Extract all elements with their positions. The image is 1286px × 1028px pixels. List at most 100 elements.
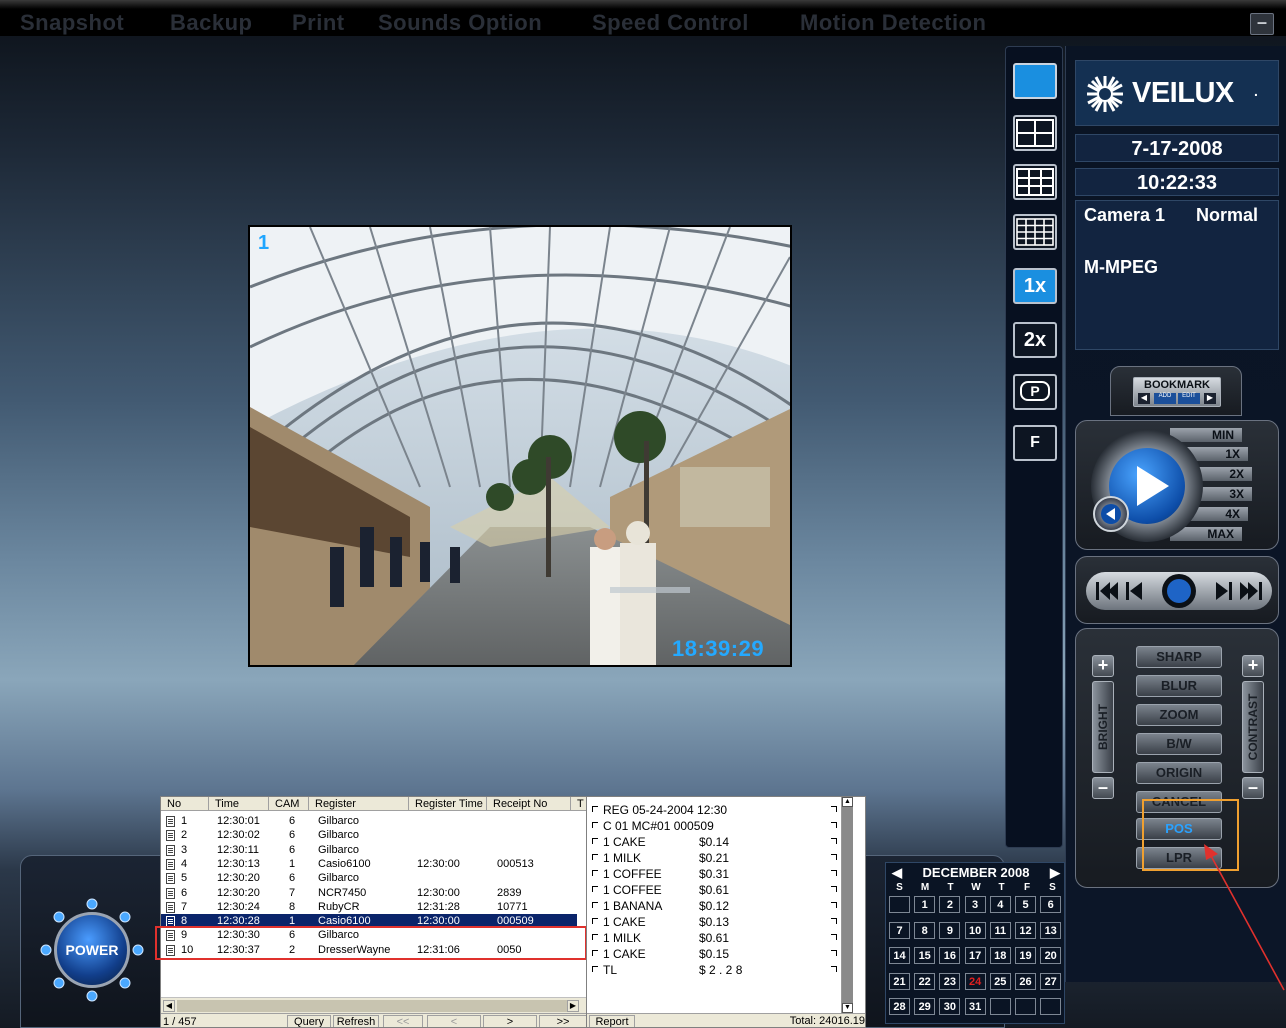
- calendar-day[interactable]: 6: [1040, 896, 1062, 913]
- table-row[interactable]: 4 12:30:13 1 Casio6100 12:30:00 000513: [161, 857, 577, 871]
- refresh-button[interactable]: Refresh: [333, 1015, 379, 1027]
- calendar-day[interactable]: 13: [1040, 921, 1062, 939]
- bw-button[interactable]: B/W: [1136, 733, 1222, 755]
- col-header-no[interactable]: No: [161, 797, 209, 811]
- table-row[interactable]: 5 12:30:20 6 Gilbarco: [161, 871, 577, 885]
- calendar-day[interactable]: 4: [989, 896, 1011, 913]
- bright-plus-button[interactable]: +: [1092, 655, 1114, 677]
- calendar-day[interactable]: 15: [914, 947, 936, 965]
- calendar-day[interactable]: 27: [1040, 972, 1062, 990]
- calendar-day[interactable]: 21: [889, 972, 910, 990]
- fullscreen-button[interactable]: F: [1013, 425, 1057, 461]
- reverse-play-button[interactable]: [1093, 496, 1129, 532]
- receipt-scrollbar[interactable]: ▲ ▼: [841, 797, 853, 1013]
- scroll-down-icon[interactable]: ▼: [842, 1003, 853, 1013]
- calendar-day[interactable]: 14: [889, 947, 910, 965]
- calendar-day[interactable]: 26: [1015, 972, 1036, 990]
- calendar-day[interactable]: 5: [1015, 896, 1036, 913]
- menu-motion-detection[interactable]: Motion Detection: [800, 10, 986, 36]
- col-header-time[interactable]: Time: [209, 797, 269, 811]
- calendar-day[interactable]: 9: [939, 921, 961, 939]
- sixteen-view-button[interactable]: [1013, 214, 1057, 250]
- col-header-cam[interactable]: CAM: [269, 797, 309, 811]
- minimize-button[interactable]: –: [1250, 13, 1274, 35]
- menu-backup[interactable]: Backup: [170, 10, 252, 36]
- calendar-day[interactable]: 17: [964, 947, 986, 965]
- calendar-day[interactable]: 19: [1015, 947, 1036, 965]
- calendar-day[interactable]: 30: [939, 998, 961, 1016]
- nine-view-button[interactable]: [1013, 164, 1057, 200]
- calendar-day[interactable]: 28: [889, 998, 910, 1016]
- table-row[interactable]: 3 12:30:11 6 Gilbarco: [161, 843, 577, 857]
- calendar-day[interactable]: 16: [939, 947, 961, 965]
- table-row[interactable]: 1 12:30:01 6 Gilbarco: [161, 814, 577, 828]
- calendar-day[interactable]: 2: [939, 896, 961, 913]
- bookmark-add-button[interactable]: ADD: [1154, 393, 1176, 404]
- calendar-day[interactable]: 23: [939, 972, 961, 990]
- speed-min[interactable]: MIN: [1170, 428, 1242, 442]
- bookmark-next-icon[interactable]: ▶: [1204, 393, 1216, 404]
- table-row[interactable]: 2 12:30:02 6 Gilbarco: [161, 828, 577, 842]
- bright-minus-button[interactable]: –: [1092, 777, 1114, 799]
- calendar-day[interactable]: 25: [989, 972, 1011, 990]
- sharp-button[interactable]: SHARP: [1136, 646, 1222, 668]
- calendar-day[interactable]: 11: [989, 921, 1011, 939]
- calendar-day[interactable]: 22: [914, 972, 936, 990]
- scroll-left-icon[interactable]: ◀: [163, 1000, 175, 1012]
- contrast-minus-button[interactable]: –: [1242, 777, 1264, 799]
- time-display: 10:22:33: [1075, 168, 1279, 196]
- last-page-button[interactable]: >>: [539, 1015, 587, 1027]
- zoom-1x-button[interactable]: 1x: [1013, 268, 1057, 304]
- bookmark-edit-button[interactable]: EDIT: [1178, 393, 1200, 404]
- prev-month-icon[interactable]: ◀: [892, 863, 902, 882]
- next-page-button[interactable]: >: [483, 1015, 537, 1027]
- blur-button[interactable]: BLUR: [1136, 675, 1222, 697]
- col-header-register[interactable]: Register: [309, 797, 409, 811]
- calendar-day[interactable]: 24: [964, 972, 986, 990]
- receipt-panel: REG 05-24-2004 12:30 C 01 MC#01 000509 1 C…: [586, 796, 866, 1028]
- contrast-plus-button[interactable]: +: [1242, 655, 1264, 677]
- origin-button[interactable]: ORIGIN: [1136, 762, 1222, 784]
- receipt-scroll-thumb[interactable]: [842, 807, 853, 1003]
- camera-status: Normal: [1196, 205, 1259, 225]
- scroll-up-icon[interactable]: ▲: [842, 797, 853, 807]
- calendar-day[interactable]: 12: [1015, 921, 1036, 939]
- scroll-thumb[interactable]: [177, 1000, 567, 1012]
- next-month-icon[interactable]: ▶: [1050, 863, 1060, 882]
- calendar-day[interactable]: 10: [964, 921, 986, 939]
- bookmark-prev-icon[interactable]: ◀: [1138, 393, 1150, 404]
- receipt-tick-right-icon: [831, 966, 837, 972]
- menu-print[interactable]: Print: [292, 10, 345, 36]
- calendar-day[interactable]: 29: [914, 998, 936, 1016]
- calendar-day[interactable]: 1: [914, 896, 936, 913]
- menu-sounds-option[interactable]: Sounds Option: [378, 10, 542, 36]
- calendar-day[interactable]: 20: [1040, 947, 1062, 965]
- report-button[interactable]: Report: [589, 1015, 635, 1027]
- calendar-day[interactable]: 18: [989, 947, 1011, 965]
- power-button[interactable]: POWER: [54, 912, 130, 988]
- first-page-button[interactable]: <<: [383, 1015, 423, 1027]
- menu-speed-control[interactable]: Speed Control: [592, 10, 749, 36]
- menu-snapshot[interactable]: Snapshot: [20, 10, 124, 36]
- calendar-day[interactable]: 3: [964, 896, 986, 913]
- prev-page-button[interactable]: <: [427, 1015, 481, 1027]
- zoom-2x-button[interactable]: 2x: [1013, 322, 1057, 358]
- zoom-button[interactable]: ZOOM: [1136, 704, 1222, 726]
- table-row[interactable]: 7 12:30:24 8 RubyCR 12:31:28 10771: [161, 900, 577, 914]
- horizontal-scrollbar[interactable]: ◀ ▶: [161, 997, 587, 1013]
- quad-view-button[interactable]: [1013, 115, 1057, 151]
- date-display: 7-17-2008: [1075, 134, 1279, 162]
- calendar-day[interactable]: 8: [914, 921, 936, 939]
- scroll-right-icon[interactable]: ▶: [567, 1000, 579, 1012]
- table-row[interactable]: 6 12:30:20 7 NCR7450 12:30:00 2839: [161, 886, 577, 900]
- single-view-button[interactable]: [1013, 63, 1057, 99]
- col-header-register-time[interactable]: Register Time: [409, 797, 487, 811]
- camera-view[interactable]: [248, 225, 792, 667]
- calendar-day[interactable]: 7: [889, 921, 910, 939]
- col-header-receipt-no[interactable]: Receipt No: [487, 797, 571, 811]
- contrast-text: CONTRAST: [1246, 693, 1260, 761]
- query-button[interactable]: Query: [287, 1015, 331, 1027]
- p-button[interactable]: P: [1013, 374, 1057, 410]
- calendar-day[interactable]: 31: [964, 998, 986, 1016]
- camera-label: Camera 1: [1084, 205, 1166, 225]
